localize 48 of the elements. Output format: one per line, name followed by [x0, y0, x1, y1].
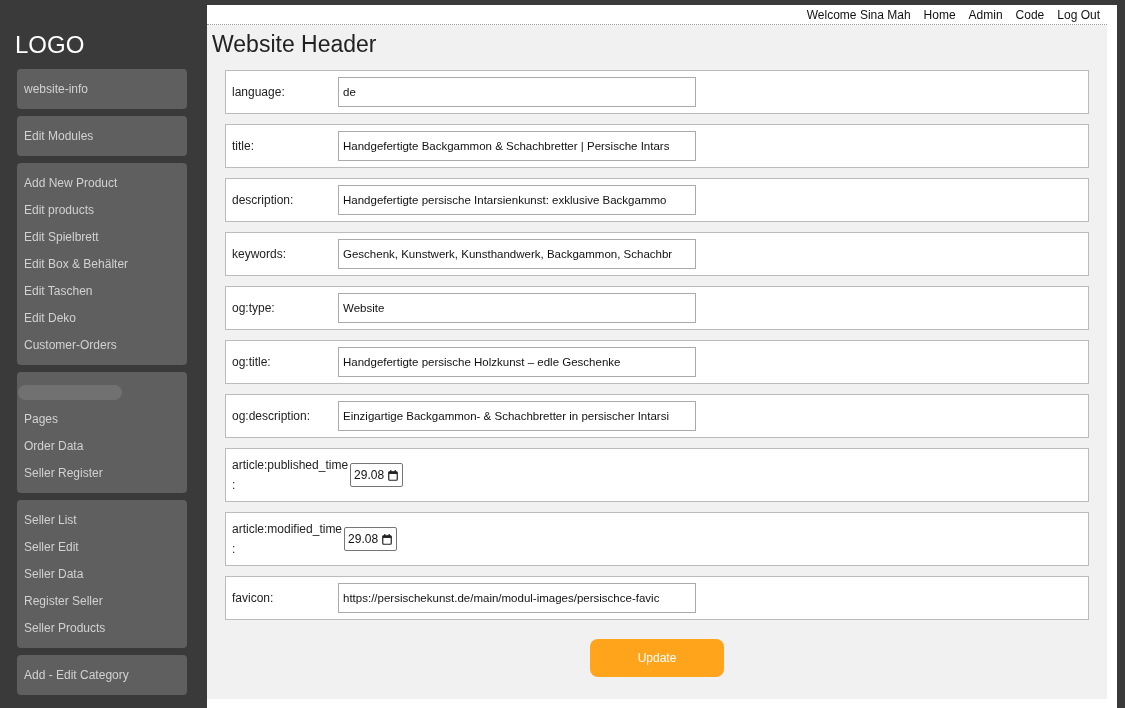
text-field[interactable]: Handgefertigte Backgammon & Schachbretter | Persische Intars — [338, 131, 696, 161]
text-field[interactable]: de — [338, 77, 696, 107]
field-label: description: — [232, 192, 295, 209]
sidebar-link[interactable]: Pages — [24, 406, 59, 433]
field-label: favicon: — [232, 590, 275, 607]
nav-link[interactable]: Log Out — [1057, 7, 1100, 22]
text-field[interactable]: https://persischekunst.de/main/modul-images/persischce-favic — [338, 583, 696, 613]
sidebar-link[interactable]: Edit Box & Behälter — [24, 251, 129, 278]
field-label: language: — [232, 84, 286, 101]
nav-link[interactable]: Code — [1015, 7, 1045, 22]
sidebar-link[interactable]: Edit products — [24, 197, 95, 224]
sidebar-link[interactable]: Edit Taschen — [24, 278, 93, 305]
sidebar-link[interactable]: Add - Edit Category — [24, 662, 129, 689]
sidebar-link[interactable]: Seller Products — [24, 615, 106, 642]
text-field[interactable]: Handgefertigte persische Holzkunst – edle Geschenke — [338, 347, 696, 377]
field-label: keywords: — [232, 246, 288, 263]
date-field[interactable]: 29.08 — [350, 463, 404, 487]
nav-link[interactable]: Home — [923, 7, 956, 22]
sidebar-link[interactable]: Order Data — [24, 433, 84, 460]
sidebar-link[interactable]: Register Seller — [24, 588, 103, 615]
sidebar-link[interactable]: Edit Modules — [24, 123, 94, 150]
field-label: og:description: — [232, 408, 312, 425]
sidebar-link[interactable]: website-info — [24, 76, 89, 103]
sidebar-link[interactable]: Add New Product — [24, 170, 118, 197]
field-label: article:published_time : — [232, 457, 350, 494]
sidebar-link[interactable]: Edit Spielbrett — [24, 224, 99, 251]
sidebar-link[interactable]: Seller Edit — [24, 534, 79, 561]
page-title: Website Header — [212, 30, 377, 58]
text-field[interactable]: Website — [338, 293, 696, 323]
text-field[interactable]: Handgefertigte persische Intarsienkunst: exklusive Backgammo — [338, 185, 696, 215]
field-label: og:title: — [232, 354, 272, 371]
field-label: title: — [232, 138, 255, 155]
sidebar-link[interactable]: Seller Register — [24, 460, 103, 487]
welcome-text: Welcome Sina Mah — [806, 7, 911, 22]
sidebar-link[interactable]: Customer-Orders — [24, 332, 117, 359]
sidebar-link[interactable]: Seller Data — [24, 561, 84, 588]
field-label: og:type: — [232, 300, 276, 317]
logo: LOGO — [15, 30, 85, 60]
sidebar-link[interactable]: Seller List — [24, 507, 77, 534]
sidebar-link[interactable]: Edit Deko — [24, 305, 77, 332]
text-field[interactable]: Geschenk, Kunstwerk, Kunsthandwerk, Backgammon, Schachbr — [338, 239, 696, 269]
redacted-pill-icon — [18, 385, 122, 400]
calendar-icon — [382, 533, 393, 545]
field-label: article:modified_time : — [232, 521, 344, 558]
date-field[interactable]: 29.08 — [344, 527, 398, 551]
calendar-icon — [388, 469, 399, 481]
text-field[interactable]: Einzigartige Backgammon- & Schachbretter in persischer Intarsi — [338, 401, 696, 431]
nav-link[interactable]: Admin — [968, 7, 1003, 22]
